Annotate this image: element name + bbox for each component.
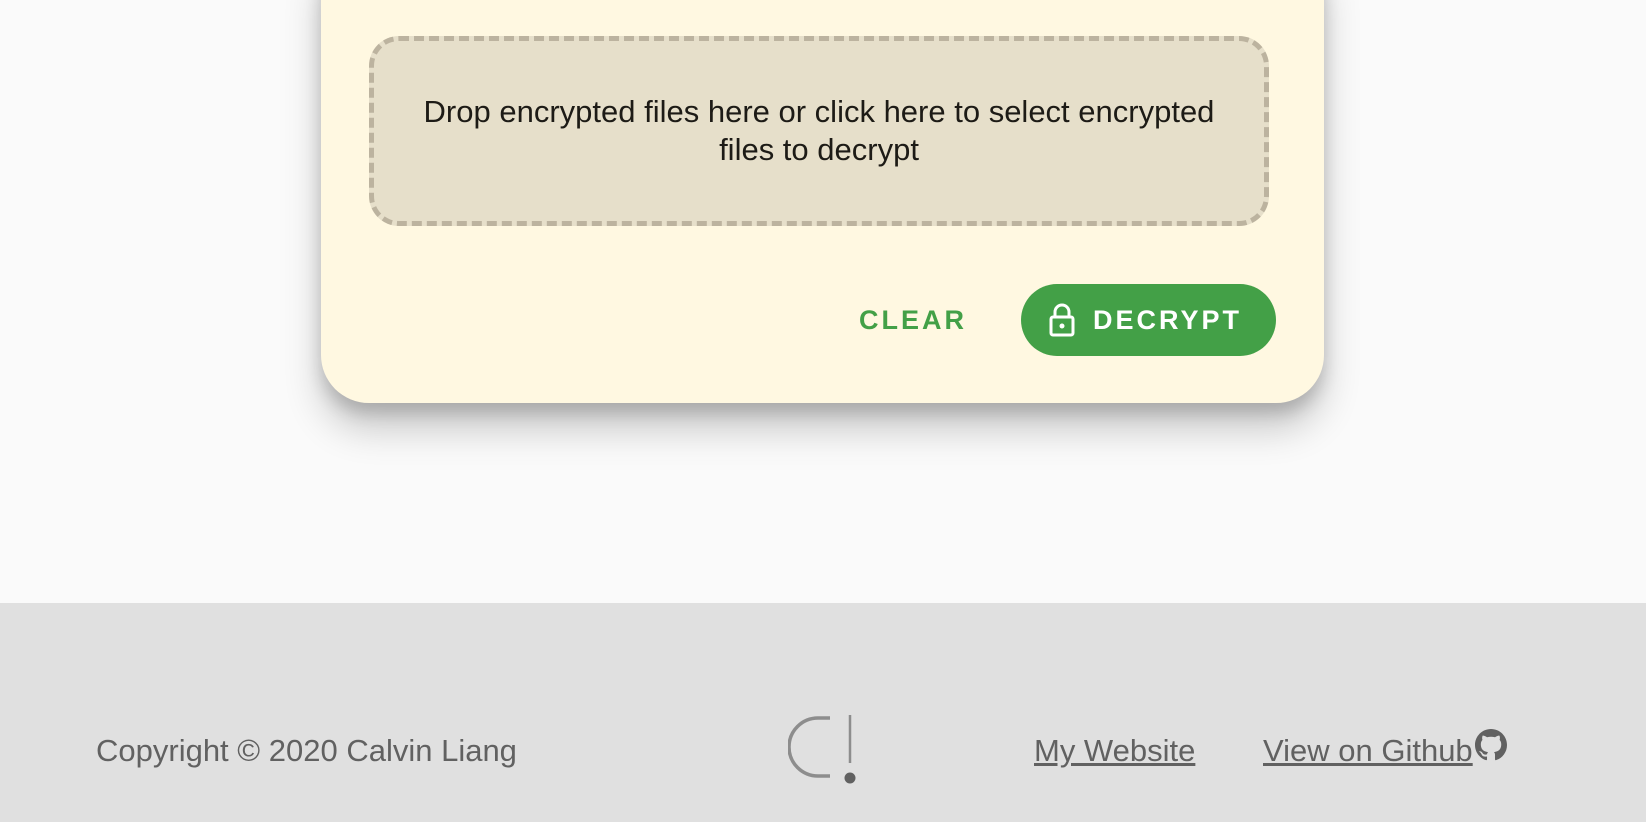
github-link-label: View on Github (1263, 733, 1473, 768)
github-icon (1474, 729, 1507, 769)
decrypt-card: Drop encrypted files here or click here … (321, 0, 1324, 403)
lock-icon (1049, 303, 1075, 337)
decrypt-label: DECRYPT (1092, 304, 1242, 335)
card-actions: CLEAR DECRYPT (853, 284, 1276, 356)
ci-logo-icon (787, 711, 858, 792)
decrypt-button[interactable]: DECRYPT (1020, 284, 1276, 356)
my-website-link[interactable]: My Website (1034, 733, 1195, 769)
view-on-github-link[interactable]: View on Github (1263, 729, 1507, 769)
copyright-text: Copyright © 2020 Calvin Liang (96, 733, 517, 768)
dropzone-text: Drop encrypted files here or click here … (423, 94, 1215, 167)
file-dropzone[interactable]: Drop encrypted files here or click here … (369, 36, 1269, 226)
footer: Copyright © 2020 Calvin Liang My Website… (0, 603, 1646, 822)
page: Drop encrypted files here or click here … (0, 0, 1646, 822)
clear-button[interactable]: CLEAR (853, 295, 973, 346)
